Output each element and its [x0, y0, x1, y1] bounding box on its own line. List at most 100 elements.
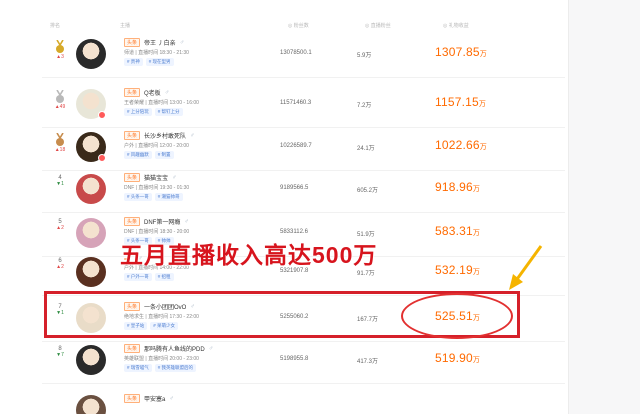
avatar[interactable]	[76, 345, 106, 375]
header-income[interactable]: ◎ 礼物收益	[443, 22, 469, 29]
avatar[interactable]	[76, 218, 106, 248]
income-amount: 519.90	[435, 351, 473, 365]
rank-cell: ▲18	[50, 133, 70, 163]
host-meta: DNF | 直播时间 18:30 - 20:00	[124, 229, 190, 235]
host-name[interactable]: 长沙乡村敢死队	[144, 131, 186, 140]
rank-change: ▲49	[54, 104, 66, 110]
fans-count: 13078500.1	[280, 50, 312, 56]
live-fans-count: 24.1万	[357, 146, 375, 152]
fans-count: 9189566.5	[280, 185, 309, 191]
live-fans-count: 605.2万	[357, 188, 379, 194]
gender-icon: ♂	[169, 395, 174, 402]
rank-change: ▲3	[56, 54, 64, 60]
fans-count: 10226589.7	[280, 143, 312, 149]
tag-chips: # 头条一哥 # 潮猫帅哥	[124, 193, 304, 201]
host-info: 头条 帝王 丿白亲 ♂ 师道 | 直播时间 18:30 - 21:30 # 贵神 # …	[124, 38, 304, 66]
platform-badge: 头条	[124, 217, 141, 226]
table-row[interactable]: ▲18 头条 长沙乡村敢死队 ♂ 户外 | 直播时间 12:00 - 20:00 #…	[42, 125, 565, 171]
fans-count: 11571460.3	[280, 100, 312, 106]
income-unit: 万	[479, 51, 487, 58]
tag-chip[interactable]: # 我英雄联盟后的	[154, 364, 197, 372]
income-unit: 万	[472, 357, 481, 364]
header-rank: 排名	[50, 23, 61, 29]
tag-chip[interactable]: # 制置	[154, 151, 174, 159]
host-name[interactable]: 猫猫宝宝	[144, 173, 168, 182]
income-unit: 万	[472, 230, 481, 237]
platform-badge: 头条	[124, 38, 141, 47]
income-value: 1022.66万	[435, 138, 487, 152]
rank-change: ▼1	[56, 181, 64, 187]
host-meta: DNF | 直播时间 19:30 - 01:30	[124, 185, 190, 191]
tag-chips: # 户外一哥 # 招租	[124, 273, 304, 281]
host-info: 头条 长沙乡村敢死队 ♂ 户外 | 直播时间 12:00 - 20:00 # 风趣幽…	[124, 131, 304, 159]
rank-cell: ▲3	[50, 40, 70, 70]
fans-count: 5198955.8	[280, 356, 309, 362]
host-info: 头条 Q老板 ♂ 王者荣耀 | 直播时间 13:00 - 16:00 # 上分陪玩 #…	[124, 88, 304, 116]
income-unit: 万	[472, 269, 481, 276]
income-amount: 1022.66	[435, 138, 480, 152]
host-name[interactable]: 帝王 丿白亲	[144, 38, 176, 47]
tag-chip[interactable]: # 头条一哥	[124, 193, 152, 201]
rank-cell: 8 ▼7	[50, 346, 70, 376]
tag-chips: # 风趣幽默 # 制置	[124, 151, 304, 159]
host-name[interactable]: 甲安塞a	[144, 394, 165, 403]
gender-icon: ♂	[179, 39, 185, 46]
rank-cell	[50, 396, 70, 414]
tag-chip[interactable]: # 风趣幽默	[124, 151, 152, 159]
avatar[interactable]	[76, 395, 106, 414]
tag-chip[interactable]: # 上分陪玩	[124, 108, 152, 116]
platform-badge: 头条	[124, 394, 141, 403]
ranking-panel: 排名 主播 ◎ 粉丝数 ◎ 直播粉丝 ◎ 礼物收益 ▲3 头条 帝王 丿白亲 ♂…	[42, 0, 565, 414]
gender-icon: ♂	[208, 345, 214, 352]
table-row[interactable]: ▲49 头条 Q老板 ♂ 王者荣耀 | 直播时间 13:00 - 16:00 # 上…	[42, 82, 565, 128]
rank-cell: 4 ▼1	[50, 175, 70, 205]
tag-chips: # 上分陪玩 # 帮钉上分	[124, 108, 304, 116]
table-row[interactable]: 头条 甲安塞a ♂	[42, 388, 565, 414]
tag-chips: # 瑞雪喵气 # 我英雄联盟后的	[124, 364, 304, 372]
gender-icon: ♂	[184, 218, 189, 225]
income-value: 1307.85万	[435, 45, 487, 59]
tag-chip[interactable]: # 帮钉上分	[154, 108, 183, 116]
header-fans[interactable]: ◎ 粉丝数	[288, 22, 309, 29]
arrow-icon	[509, 245, 543, 290]
avatar[interactable]	[76, 174, 106, 204]
avatar[interactable]	[76, 257, 106, 287]
gender-icon: ♂	[164, 89, 170, 96]
live-fans-count: 5.9万	[357, 53, 372, 59]
rank-cell: 5 ▲2	[50, 219, 70, 249]
platform-badge: 头条	[124, 131, 141, 140]
table-row[interactable]: 8 ▼7 头条 那吗腾有人鱼线的PDD ♂ 英雄联盟 | 直播时间 20:00 - …	[42, 338, 565, 384]
header-live-fans[interactable]: ◎ 直播粉丝	[365, 22, 391, 29]
income-unit: 万	[479, 144, 487, 151]
income-unit: 万	[472, 186, 481, 193]
table-row[interactable]: ▲3 头条 帝王 丿白亲 ♂ 师道 | 直播时间 18:30 - 21:30 # 贵…	[42, 32, 565, 78]
right-gutter	[568, 0, 640, 414]
host-name[interactable]: DNF第一网瘾	[144, 217, 180, 226]
rank-cell: ▲49	[50, 90, 70, 120]
tag-chip[interactable]: # 户外一哥	[124, 273, 152, 281]
rank-change: ▲2	[56, 225, 64, 231]
live-indicator-icon	[98, 154, 106, 162]
table-row[interactable]: 4 ▼1 头条 猫猫宝宝 ♂ DNF | 直播时间 19:30 - 01:30 # 头…	[42, 167, 565, 213]
tag-chip[interactable]: # 潮猫帅哥	[154, 193, 183, 201]
income-amount: 583.31	[435, 224, 473, 238]
tag-chip[interactable]: # 现在型男	[145, 58, 174, 66]
tag-chip[interactable]: # 瑞雪喵气	[124, 364, 152, 372]
income-amount: 532.19	[435, 263, 473, 277]
host-name[interactable]: Q老板	[144, 88, 161, 97]
medal-icon	[56, 133, 64, 146]
avatar[interactable]	[76, 39, 106, 69]
host-info: 头条 那吗腾有人鱼线的PDD ♂ 英雄联盟 | 直播时间 20:00 - 23:0…	[124, 344, 304, 372]
rank-change: ▼7	[56, 352, 64, 358]
income-value: 918.96万	[435, 180, 480, 194]
income-amount: 918.96	[435, 180, 473, 194]
income-value: 583.31万	[435, 224, 480, 238]
tag-chip[interactable]: # 贵神	[124, 58, 143, 66]
host-meta: 户外 | 直播时间 12:00 - 20:00	[124, 143, 189, 149]
host-meta: 师道 | 直播时间 18:30 - 21:30	[124, 50, 189, 56]
rank-change: ▲2	[56, 264, 64, 270]
host-name[interactable]: 那吗腾有人鱼线的PDD	[144, 344, 205, 353]
tag-chip[interactable]: # 招租	[154, 273, 174, 281]
live-fans-count: 7.2万	[357, 103, 372, 109]
table-header: 排名 主播 ◎ 粉丝数 ◎ 直播粉丝 ◎ 礼物收益	[50, 18, 550, 32]
